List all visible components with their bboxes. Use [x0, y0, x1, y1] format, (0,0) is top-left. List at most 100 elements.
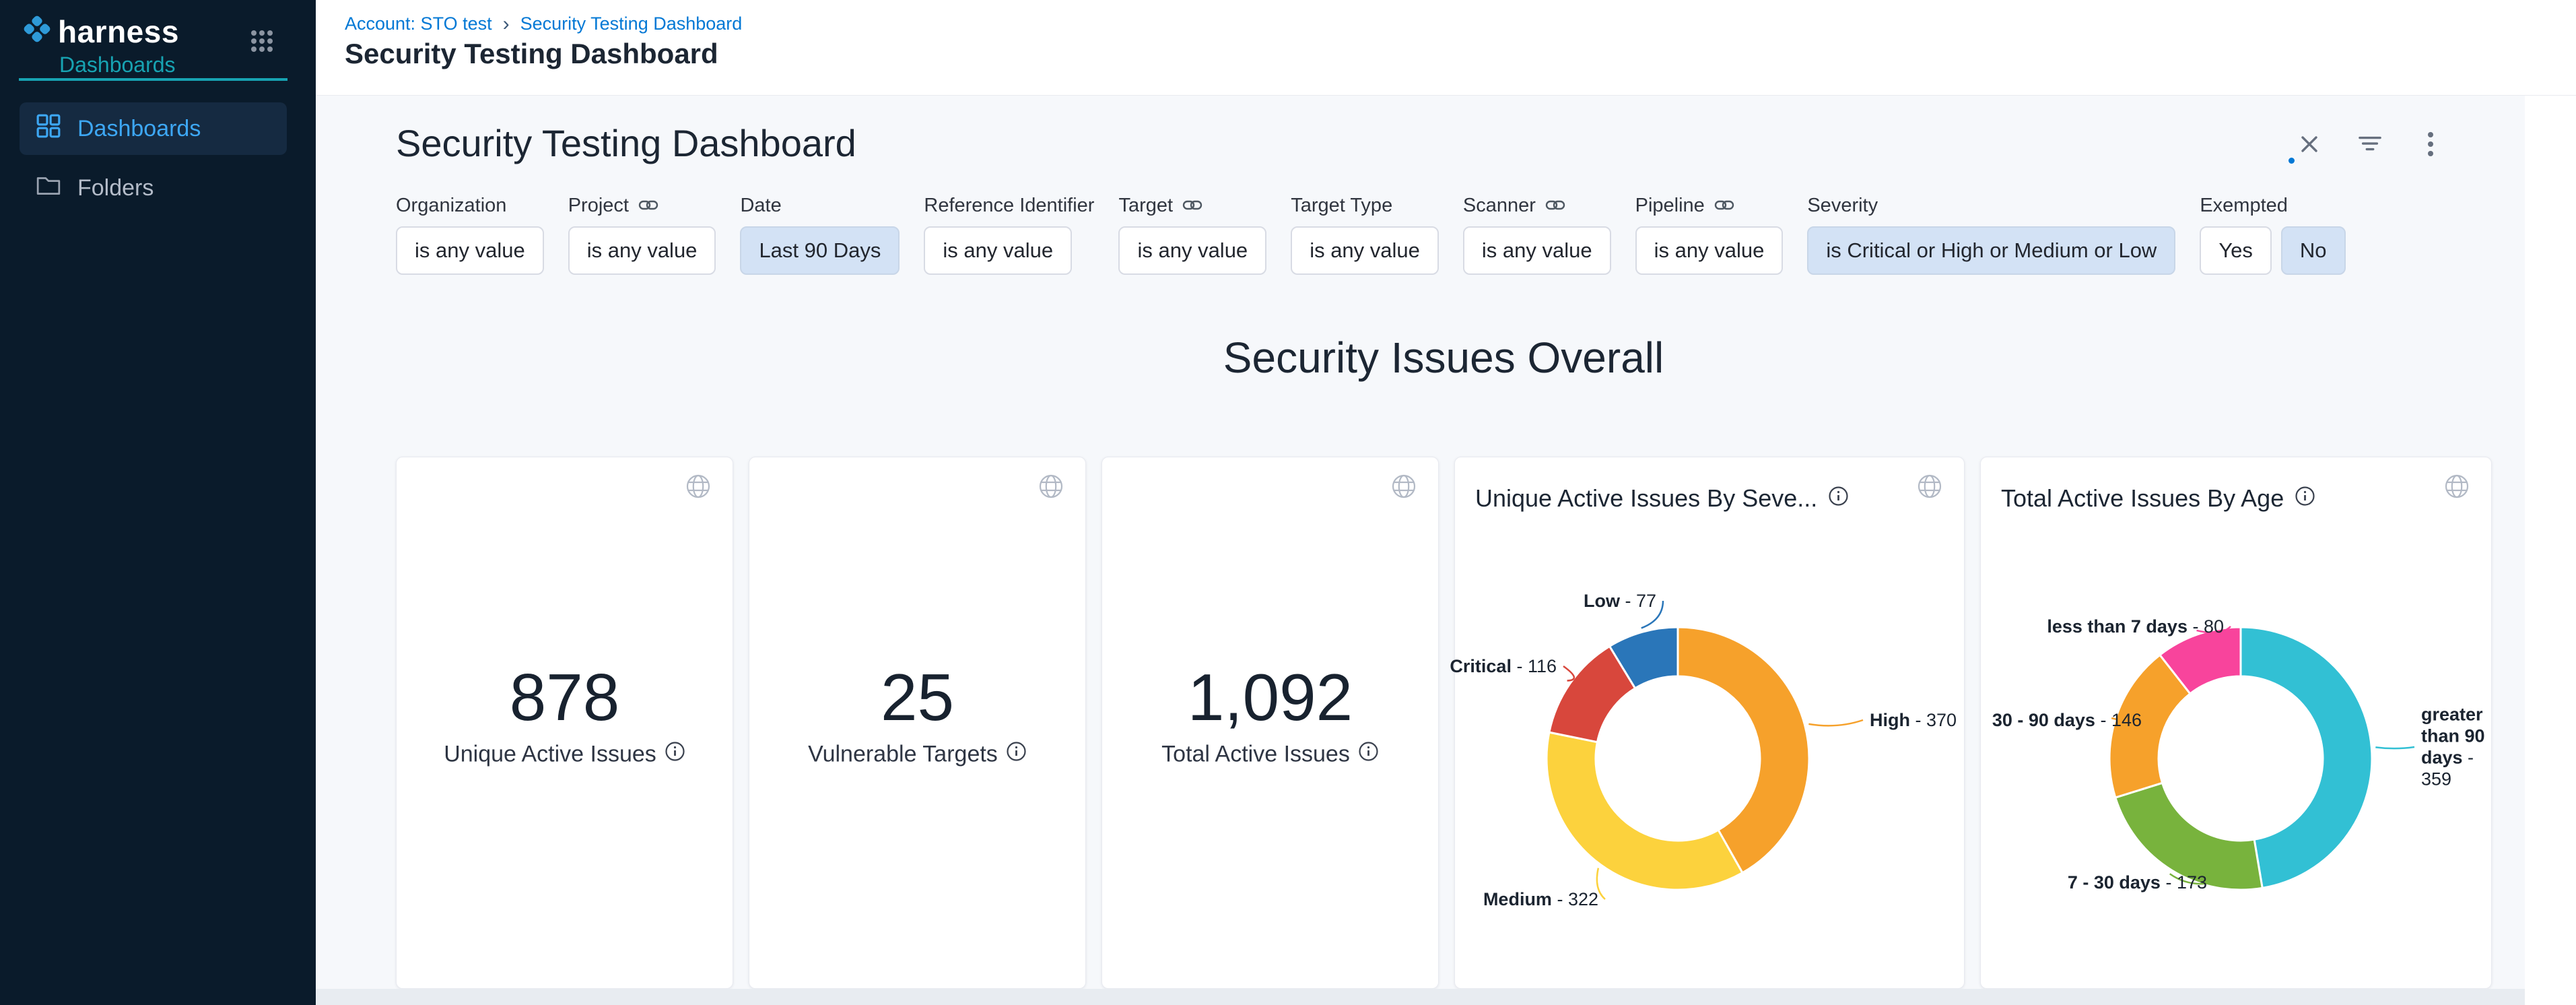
close-icon[interactable]	[2298, 133, 2321, 156]
sidebar-item-dashboards[interactable]: Dashboards	[20, 102, 287, 155]
stat-value: 1,092	[1102, 659, 1438, 736]
filter-value-project[interactable]: is any value	[568, 226, 716, 275]
filter-value-reference-identifier[interactable]: is any value	[924, 226, 1072, 275]
label-connector	[2375, 747, 2414, 748]
filter-group-target-type: Target Type is any value	[1291, 195, 1439, 275]
filter-value-organization[interactable]: is any value	[396, 226, 544, 275]
product-label: Dashboards	[59, 53, 176, 77]
filter-label: Scanner	[1463, 195, 1611, 216]
dashboard-toolbar	[2298, 133, 2442, 156]
blue-indicator-dot	[2289, 158, 2295, 164]
breadcrumb-separator: ›	[503, 15, 510, 33]
filter-group-reference-identifier: Reference Identifier is any value	[924, 195, 1094, 275]
filter-icon[interactable]	[2359, 133, 2381, 156]
filter-value-scanner[interactable]: is any value	[1463, 226, 1611, 275]
stat-card-unique-active-issues: 878 Unique Active Issues	[396, 457, 733, 989]
kebab-menu-icon[interactable]	[2419, 133, 2442, 156]
chart-label-7-30-days: 7 - 30 days - 173	[2068, 872, 2207, 893]
chart-card-issues-by-age: Total Active Issues By Age greater than …	[1980, 457, 2492, 989]
module-menu-icon[interactable]	[250, 30, 273, 56]
link-icon	[1182, 195, 1202, 217]
page-title: Security Testing Dashboard	[345, 38, 718, 70]
stat-label: Unique Active Issues	[397, 740, 733, 768]
chart-title: Total Active Issues By Age	[2001, 484, 2315, 513]
filter-label: Target	[1118, 195, 1266, 216]
chart-label-low: Low - 77	[1584, 590, 1656, 612]
exempted-no-button[interactable]: No	[2281, 226, 2346, 275]
app-root: harness Dashboards Dashboards	[0, 0, 2576, 1005]
filter-label: Severity	[1807, 195, 2175, 216]
link-icon	[1714, 195, 1734, 217]
exempted-yes-button[interactable]: Yes	[2200, 226, 2272, 275]
donut-slice-greater-than-90-days[interactable]	[2241, 627, 2372, 888]
chart-label-greater-than-90-days: greater than 90 days - 359	[2421, 704, 2491, 789]
info-icon[interactable]	[1006, 741, 1027, 768]
filter-value-severity[interactable]: is Critical or High or Medium or Low	[1807, 226, 2175, 275]
info-icon[interactable]	[1828, 484, 1849, 513]
filter-label: Organization	[396, 195, 544, 216]
chart-label-30-90-days: 30 - 90 days - 146	[1992, 709, 2142, 731]
globe-icon[interactable]	[685, 474, 711, 502]
filter-label: Exempted	[2200, 195, 2345, 216]
sidebar-item-label: Dashboards	[77, 116, 201, 142]
breadcrumb: Account: STO test › Security Testing Das…	[345, 13, 742, 34]
filter-group-pipeline: Pipeline is any value	[1635, 195, 1784, 275]
globe-icon[interactable]	[1391, 474, 1417, 502]
topbar: Account: STO test › Security Testing Das…	[316, 0, 2576, 96]
chart-label-critical: Critical - 116	[1450, 655, 1557, 677]
globe-icon[interactable]	[1038, 474, 1064, 502]
chart-label-medium: Medium - 322	[1483, 888, 1598, 910]
donut-slice-medium[interactable]	[1547, 732, 1742, 890]
filter-group-project: Project is any value	[568, 195, 716, 275]
filter-label: Pipeline	[1635, 195, 1784, 216]
filter-label: Target Type	[1291, 195, 1439, 216]
filter-label: Reference Identifier	[924, 195, 1094, 216]
stat-value: 878	[397, 659, 733, 736]
filter-bar: Organization is any value Project is any…	[396, 195, 2346, 275]
exempted-options: Yes No	[2200, 226, 2345, 275]
chart-label-less-than-7-days: less than 7 days - 80	[2047, 616, 2224, 637]
chart-title: Unique Active Issues By Seve...	[1475, 484, 1849, 513]
cards-row: 878 Unique Active Issues 25 Vulnerable T…	[396, 457, 2492, 989]
filter-group-severity: Severity is Critical or High or Medium o…	[1807, 195, 2175, 275]
logo-wordmark: harness	[58, 13, 179, 50]
sidebar: harness Dashboards Dashboards	[0, 0, 316, 1005]
filter-label: Date	[740, 195, 900, 216]
sidebar-accent-divider	[19, 78, 287, 81]
breadcrumb-current-link[interactable]: Security Testing Dashboard	[520, 13, 743, 34]
chart-label-high: High - 370	[1870, 709, 1957, 731]
filter-group-exempted: Exempted Yes No	[2200, 195, 2345, 275]
info-icon[interactable]	[1358, 741, 1379, 768]
filter-value-date[interactable]: Last 90 Days	[740, 226, 900, 275]
filter-group-organization: Organization is any value	[396, 195, 544, 275]
chart-card-issues-by-severity: Unique Active Issues By Seve... High - 3…	[1454, 457, 1965, 989]
section-title: Security Issues Overall	[396, 333, 2491, 383]
harness-logo-icon	[20, 12, 54, 46]
right-gutter	[2525, 96, 2576, 1005]
filter-value-pipeline[interactable]: is any value	[1635, 226, 1784, 275]
info-icon[interactable]	[2295, 484, 2315, 513]
sidebar-item-folders[interactable]: Folders	[20, 162, 287, 214]
dashboard-heading: Security Testing Dashboard	[396, 121, 856, 165]
filter-value-target-type[interactable]: is any value	[1291, 226, 1439, 275]
filter-group-scanner: Scanner is any value	[1463, 195, 1611, 275]
info-icon[interactable]	[665, 741, 685, 768]
label-connector	[1808, 720, 1863, 725]
stat-value: 25	[749, 659, 1085, 736]
sidebar-item-label: Folders	[77, 175, 154, 201]
filter-group-date: Date Last 90 Days	[740, 195, 900, 275]
filter-value-target[interactable]: is any value	[1118, 226, 1266, 275]
stat-card-vulnerable-targets: 25 Vulnerable Targets	[749, 457, 1086, 989]
stat-label: Vulnerable Targets	[749, 740, 1085, 768]
dashboard-content: Security Testing Dashboard Or	[316, 96, 2525, 1005]
bottom-strip	[316, 989, 2525, 1005]
stat-label: Total Active Issues	[1102, 740, 1438, 768]
filter-label: Project	[568, 195, 716, 216]
donut-slice-high[interactable]	[1678, 627, 1809, 873]
link-icon	[638, 195, 658, 217]
filter-group-target: Target is any value	[1118, 195, 1266, 275]
link-icon	[1545, 195, 1565, 217]
stat-card-total-active-issues: 1,092 Total Active Issues	[1101, 457, 1439, 989]
breadcrumb-account-link[interactable]: Account: STO test	[345, 13, 492, 34]
folder-icon	[36, 174, 61, 203]
